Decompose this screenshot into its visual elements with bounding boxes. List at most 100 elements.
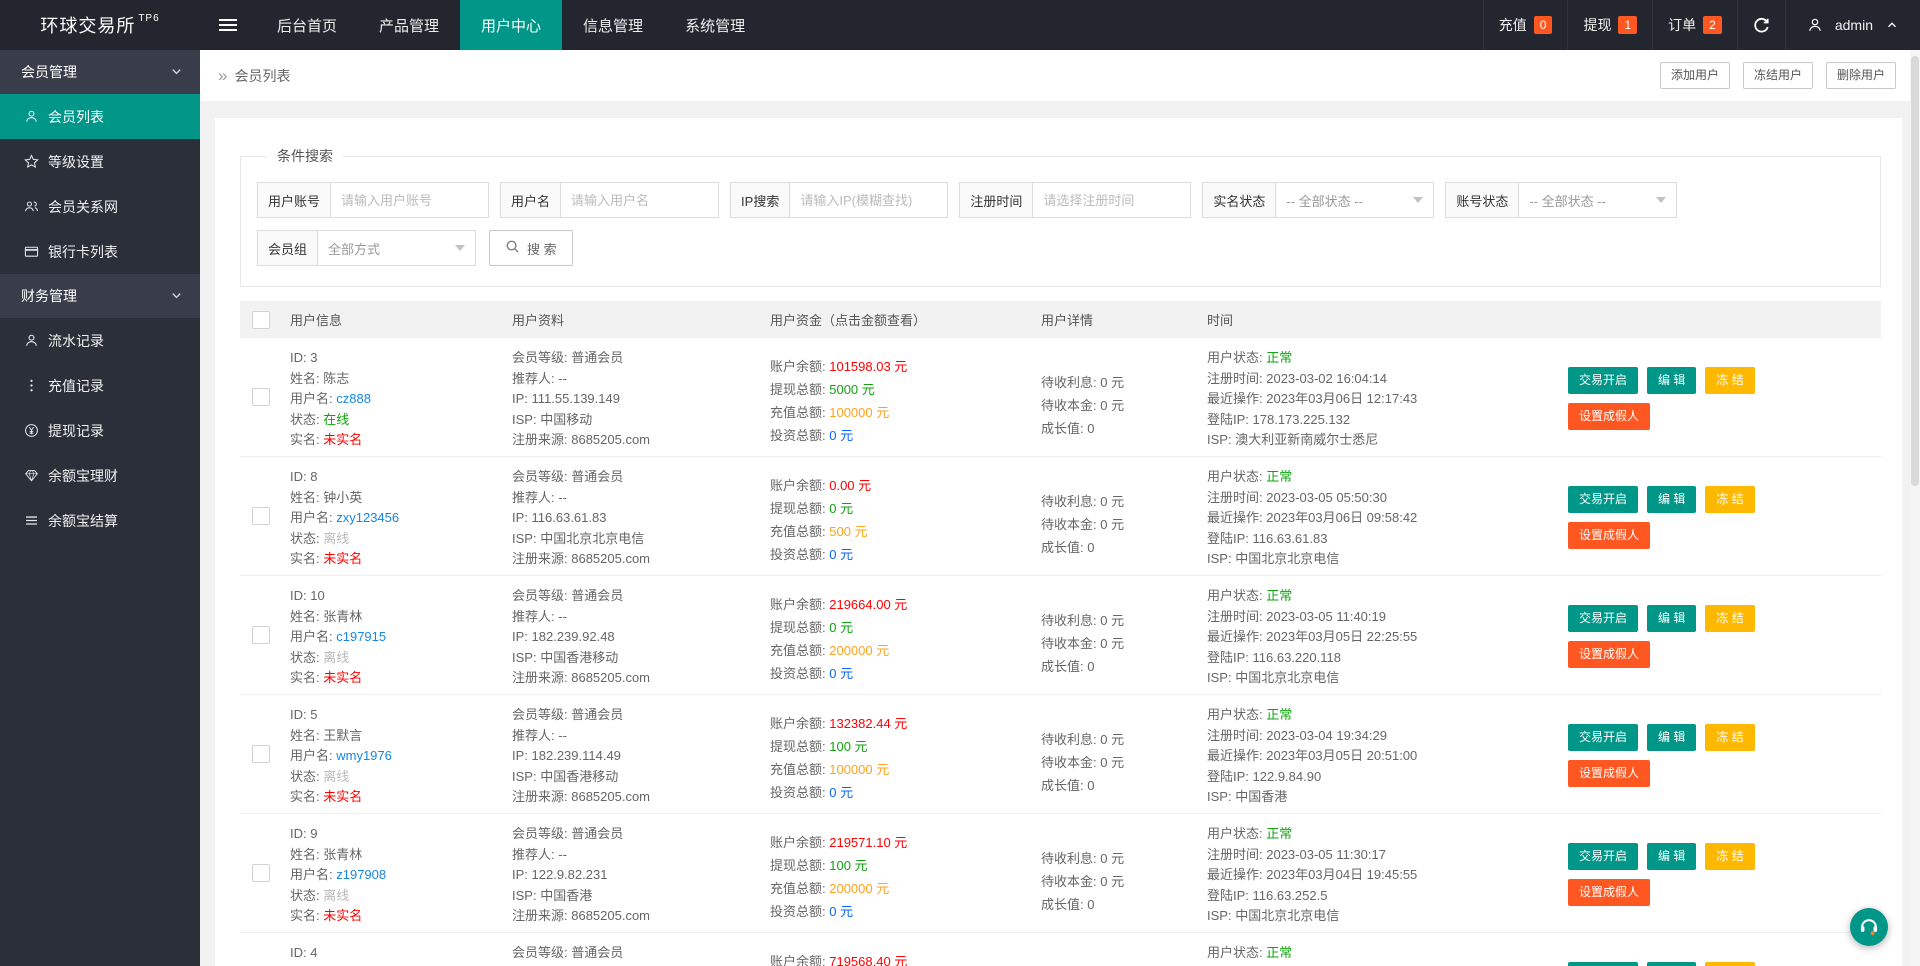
row-checkbox[interactable] xyxy=(252,388,270,406)
regtime-input[interactable] xyxy=(1033,182,1192,218)
amount-link[interactable]: 5000 元 xyxy=(829,382,875,397)
row-actions-cell: 交易开启编 辑冻 结 设置成假人 xyxy=(1568,338,1881,456)
sidebar-group-1[interactable]: 会员管理 xyxy=(0,50,200,94)
row-field-line: ISP: 中国北京北京电信 xyxy=(1207,906,1568,927)
username-link[interactable]: cz888 xyxy=(336,391,371,406)
amount-link[interactable]: 100 元 xyxy=(829,858,867,873)
top-menu-item-4[interactable]: 信息管理 xyxy=(562,0,664,50)
field-value: 中国北京北京电信 xyxy=(1235,670,1340,685)
trade-open-button[interactable]: 交易开启 xyxy=(1568,843,1639,870)
user-profile-cell: 会员等级: 普通会员 推荐人: -- IP: 182.239.114.49 ISP: … xyxy=(512,695,770,813)
sidebar-item-银行卡列表[interactable]: 银行卡列表 xyxy=(0,229,200,274)
row-field-line: 账户余额: 132382.44 元 xyxy=(770,712,1041,735)
delete-user-button[interactable]: 删除用户 xyxy=(1825,62,1896,89)
trade-open-button[interactable]: 交易开启 xyxy=(1568,962,1639,966)
edit-button[interactable]: 编 辑 xyxy=(1647,605,1697,632)
set-fake-user-button[interactable]: 设置成假人 xyxy=(1568,760,1651,787)
amount-link[interactable]: 0 元 xyxy=(829,428,853,443)
scrollbar-thumb[interactable] xyxy=(1911,56,1919,486)
freeze-button[interactable]: 冻 结 xyxy=(1705,962,1755,966)
amount-link[interactable]: 200000 元 xyxy=(829,643,889,658)
notification-2[interactable]: 提现 1 xyxy=(1567,0,1652,50)
amount-link[interactable]: 101598.03 元 xyxy=(829,359,907,374)
amount-link[interactable]: 0 元 xyxy=(829,785,853,800)
admin-user-menu[interactable]: admin xyxy=(1784,0,1920,50)
amount-link[interactable]: 0 元 xyxy=(829,904,853,919)
edit-button[interactable]: 编 辑 xyxy=(1647,486,1697,513)
amount-link[interactable]: 0 元 xyxy=(829,666,853,681)
row-checkbox[interactable] xyxy=(252,745,270,763)
amount-link[interactable]: 219664.00 元 xyxy=(829,597,907,612)
amount-link[interactable]: 0 元 xyxy=(829,501,853,516)
user-time-cell: 用户状态: 正常 注册时间: 2023-03-04 19:34:29 最近操作: 2… xyxy=(1207,695,1568,813)
set-fake-user-button[interactable]: 设置成假人 xyxy=(1568,522,1651,549)
freeze-user-button[interactable]: 冻结用户 xyxy=(1742,62,1813,89)
sidebar-item-提现记录[interactable]: 提现记录 xyxy=(0,408,200,453)
set-fake-user-button[interactable]: 设置成假人 xyxy=(1568,403,1651,430)
username-link[interactable]: c197915 xyxy=(336,629,386,644)
amount-link[interactable]: 719568.40 元 xyxy=(829,954,907,966)
sidebar-item-会员关系网[interactable]: 会员关系网 xyxy=(0,184,200,229)
sidebar-group-2[interactable]: 财务管理 xyxy=(0,274,200,318)
freeze-button[interactable]: 冻 结 xyxy=(1705,605,1755,632)
amount-link[interactable]: 219571.10 元 xyxy=(829,835,907,850)
freeze-button[interactable]: 冻 结 xyxy=(1705,724,1755,751)
username-link[interactable]: zxy123456 xyxy=(336,510,399,525)
top-menu-item-1[interactable]: 后台首页 xyxy=(256,0,358,50)
notification-1[interactable]: 充值 0 xyxy=(1482,0,1568,50)
account-status-select[interactable]: -- 全部状态 -- xyxy=(1519,182,1678,218)
search-button[interactable]: 搜 索 xyxy=(489,230,573,266)
edit-button[interactable]: 编 辑 xyxy=(1647,724,1697,751)
add-user-button[interactable]: 添加用户 xyxy=(1659,62,1730,89)
amount-link[interactable]: 100000 元 xyxy=(829,405,889,420)
freeze-button[interactable]: 冻 结 xyxy=(1705,367,1755,394)
amount-link[interactable]: 0 元 xyxy=(829,547,853,562)
amount-link[interactable]: 100 元 xyxy=(829,739,867,754)
scrollbar-track[interactable] xyxy=(1910,50,1920,966)
amount-link[interactable]: 132382.44 元 xyxy=(829,716,907,731)
set-fake-user-button[interactable]: 设置成假人 xyxy=(1568,879,1651,906)
sidebar-item-流水记录[interactable]: 流水记录 xyxy=(0,318,200,363)
row-checkbox[interactable] xyxy=(252,626,270,644)
sidebar-item-余额宝理财[interactable]: 余额宝理财 xyxy=(0,453,200,498)
trade-open-button[interactable]: 交易开启 xyxy=(1568,605,1639,632)
trade-open-button[interactable]: 交易开启 xyxy=(1568,724,1639,751)
username-input[interactable] xyxy=(561,182,720,218)
username-link[interactable]: z197908 xyxy=(336,867,386,882)
top-menu-item-5[interactable]: 系统管理 xyxy=(664,0,766,50)
freeze-button[interactable]: 冻 结 xyxy=(1705,486,1755,513)
member-group-select[interactable]: 全部方式 xyxy=(318,230,477,266)
trade-open-button[interactable]: 交易开启 xyxy=(1568,486,1639,513)
realname-status-select[interactable]: -- 全部状态 -- xyxy=(1276,182,1435,218)
row-checkbox[interactable] xyxy=(252,507,270,525)
refresh-button[interactable] xyxy=(1736,0,1785,50)
customer-service-button[interactable] xyxy=(1850,908,1888,946)
edit-button[interactable]: 编 辑 xyxy=(1647,962,1697,966)
amount-link[interactable]: 200000 元 xyxy=(829,881,889,896)
notification-3[interactable]: 订单 2 xyxy=(1652,0,1737,50)
amount-link[interactable]: 0 元 xyxy=(829,620,853,635)
top-menu-item-3[interactable]: 用户中心 xyxy=(460,0,563,50)
edit-button[interactable]: 编 辑 xyxy=(1647,367,1697,394)
sidebar-item-余额宝结算[interactable]: 余额宝结算 xyxy=(0,498,200,543)
freeze-button[interactable]: 冻 结 xyxy=(1705,843,1755,870)
edit-button[interactable]: 编 辑 xyxy=(1647,843,1697,870)
header-checkbox-cell xyxy=(240,310,290,329)
row-checkbox[interactable] xyxy=(252,864,270,882)
sidebar-item-等级设置[interactable]: 等级设置 xyxy=(0,139,200,184)
amount-link[interactable]: 100000 元 xyxy=(829,762,889,777)
ip-input[interactable] xyxy=(790,182,949,218)
top-menu-item-2[interactable]: 产品管理 xyxy=(358,0,460,50)
sidebar-item-充值记录[interactable]: 充值记录 xyxy=(0,363,200,408)
select-all-checkbox[interactable] xyxy=(252,310,270,329)
amount-link[interactable]: 500 元 xyxy=(829,524,867,539)
account-input[interactable] xyxy=(331,182,490,218)
set-fake-user-button[interactable]: 设置成假人 xyxy=(1568,641,1651,668)
username-link[interactable]: wmy1976 xyxy=(336,748,392,763)
field-label: 登陆IP: xyxy=(1207,411,1253,427)
sidebar-collapse-icon[interactable] xyxy=(200,0,256,50)
amount-link[interactable]: 0.00 元 xyxy=(829,478,871,493)
sidebar-item-会员列表[interactable]: 会员列表 xyxy=(0,94,200,139)
row-field-line: 待收利息: 0 元 xyxy=(1041,490,1207,513)
trade-open-button[interactable]: 交易开启 xyxy=(1568,367,1639,394)
